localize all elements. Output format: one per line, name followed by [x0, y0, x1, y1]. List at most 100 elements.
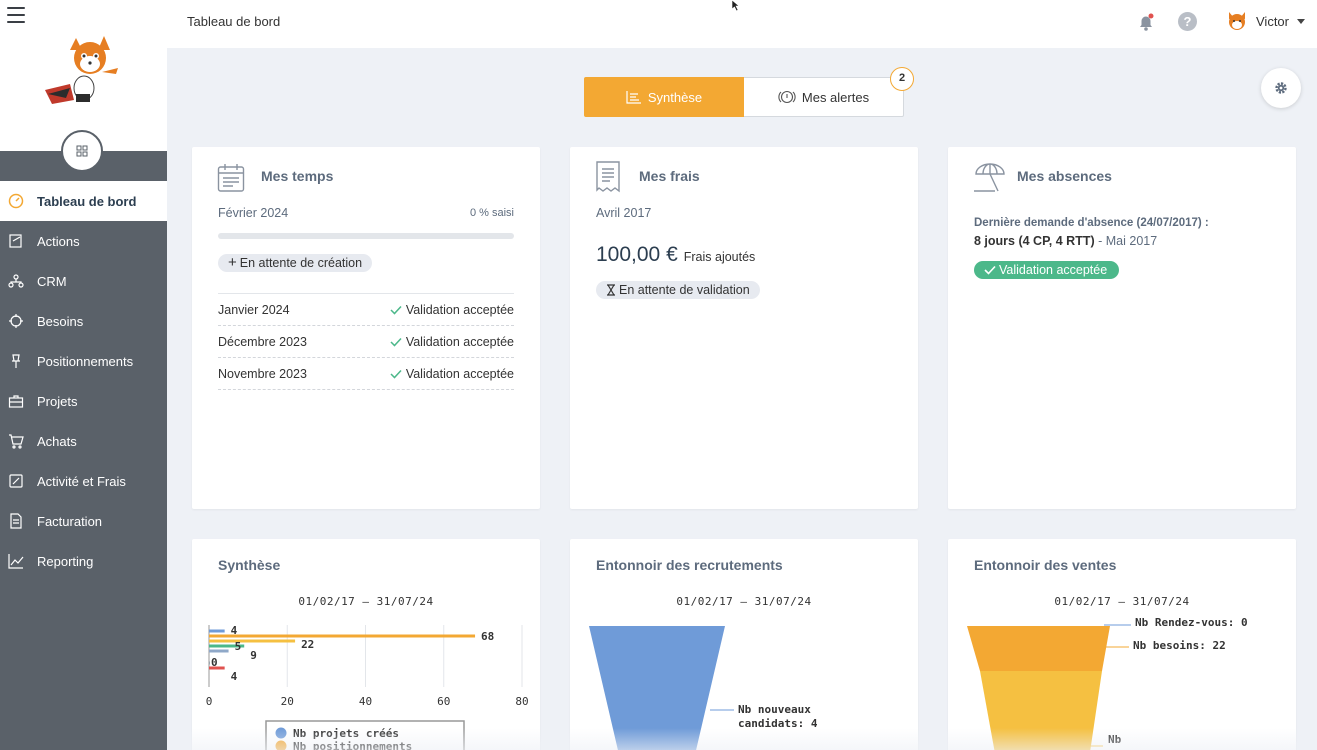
bar — [209, 666, 225, 670]
card-title: Mes temps — [261, 168, 334, 184]
period-label: Avril 2017 — [596, 206, 652, 220]
sidebar-item-tableau-de-bord[interactable]: Tableau de bord — [0, 181, 167, 221]
sidebar-item-projets[interactable]: Projets — [0, 381, 167, 421]
bar — [209, 661, 210, 665]
avatar — [1229, 12, 1245, 30]
dashboard-icon — [7, 192, 25, 210]
gear-icon — [1275, 82, 1287, 94]
briefcase-icon — [7, 392, 25, 410]
x-tick-label: 40 — [359, 695, 372, 708]
funnel-stage-candidats — [589, 626, 725, 750]
create-timesheet-button[interactable]: + En attente de création — [218, 254, 373, 272]
card-recruitment-funnel: Entonnoir des recrutements 01/02/17 – 31… — [570, 539, 918, 750]
sidebar-item-achats[interactable]: Achats — [0, 421, 167, 461]
alert-icon — [778, 90, 796, 104]
legend-label: Nb positionnements — [293, 740, 412, 750]
card-title: Entonnoir des ventes — [974, 557, 1117, 573]
card-title: Entonnoir des recrutements — [596, 557, 783, 573]
chevron-down-icon — [1297, 18, 1305, 24]
check-icon — [390, 369, 402, 379]
card-mes-absences: Mes absences Dernière demande d'absence … — [948, 147, 1296, 509]
page-title: Tableau de bord — [187, 14, 281, 29]
recruitment-funnel-chart: Nb nouveaux candidats: 4 — [589, 626, 818, 750]
cart-icon — [7, 432, 25, 450]
alerts-count-badge: 2 — [890, 67, 914, 91]
sidebar-item-label: CRM — [37, 273, 67, 289]
status-label: Validation acceptée — [405, 334, 514, 349]
user-menu[interactable]: Victor — [1226, 10, 1305, 32]
tab-label: Synthèse — [647, 89, 703, 105]
bar — [209, 629, 225, 633]
notifications-button[interactable] — [1136, 12, 1156, 37]
x-tick-label: 0 — [206, 695, 213, 708]
check-icon — [390, 337, 402, 347]
sidebar-item-reporting[interactable]: Reporting — [0, 541, 167, 581]
chart-icon — [7, 552, 25, 570]
card-sales-funnel: Entonnoir des ventes 01/02/17 – 31/07/24… — [948, 539, 1296, 750]
plus-icon: + — [228, 254, 237, 271]
sidebar: Tableau de bord Actions CRM Besoins Posi… — [0, 0, 167, 750]
sidebar-item-label: Projets — [37, 393, 78, 409]
amount-line: 100,00 € Frais ajoutés — [596, 243, 755, 267]
sidebar-item-positionnements[interactable]: Positionnements — [0, 341, 167, 381]
menu-icon[interactable] — [7, 7, 25, 23]
help-button[interactable]: ? — [1178, 12, 1197, 31]
amount-value: 100,00 € — [596, 243, 678, 266]
calendar-icon — [217, 164, 245, 192]
card-title: Synthèse — [218, 557, 281, 573]
sidebar-item-label: Positionnements — [37, 353, 134, 369]
funnel-stage-besoins — [967, 626, 1110, 671]
x-tick-label: 20 — [281, 695, 294, 708]
sidebar-item-label: Besoins — [37, 313, 84, 329]
tab-synthese[interactable]: Synthèse — [584, 77, 744, 117]
card-mes-temps: Mes temps Février 2024 0 % saisi + En att… — [192, 147, 540, 509]
sidebar-header — [0, 0, 167, 151]
sidebar-item-facturation[interactable]: Facturation — [0, 501, 167, 541]
settings-button[interactable] — [1261, 68, 1301, 108]
funnel-label: Nb — [1108, 733, 1122, 746]
check-icon — [984, 265, 996, 275]
month-label: Novembre 2023 — [218, 366, 307, 381]
sidebar-item-crm[interactable]: CRM — [0, 261, 167, 301]
invoice-icon — [7, 512, 25, 530]
pin-icon — [7, 352, 25, 370]
data-label: 4 — [231, 670, 238, 683]
sidebar-item-besoins[interactable]: Besoins — [0, 301, 167, 341]
period-label: Février 2024 — [218, 206, 289, 220]
tab-mes-alertes[interactable]: Mes alertes 2 — [744, 67, 914, 117]
data-label: 68 — [481, 630, 494, 643]
funnel-stage-next — [980, 671, 1102, 750]
sidebar-item-activite-et-frais[interactable]: Activité et Frais — [0, 461, 167, 501]
x-tick-label: 80 — [515, 695, 528, 708]
status-badge: Validation acceptée — [974, 261, 1120, 280]
view-tabs: Synthèse Mes alertes 2 — [584, 67, 914, 117]
beach-umbrella-icon — [974, 163, 1005, 192]
crm-icon — [7, 272, 25, 290]
card-mes-frais: Mes frais Avril 2017 100,00 € Frais ajou… — [570, 147, 918, 509]
card-title: Mes absences — [1017, 168, 1112, 184]
bar — [209, 639, 296, 643]
bar — [209, 634, 476, 638]
list-item[interactable]: Novembre 2023 Validation acceptée — [218, 358, 514, 390]
amount-label: Frais ajoutés — [683, 250, 756, 264]
chart-date-range: 01/02/17 – 31/07/24 — [676, 595, 812, 608]
grid-icon — [76, 145, 88, 157]
fox-mascot-logo — [45, 36, 118, 104]
list-item[interactable]: Décembre 2023 Validation acceptée — [218, 326, 514, 358]
sidebar-item-actions[interactable]: Actions — [0, 221, 167, 261]
list-item[interactable]: Janvier 2024 Validation acceptée — [218, 294, 514, 326]
month-label: Décembre 2023 — [218, 334, 307, 349]
synthese-bar-chart: 0 20 40 60 804 68229504Nb projets créésNb pos… — [206, 624, 529, 750]
funnel-label: Nb besoins: 22 — [1133, 639, 1226, 652]
apps-grid-button[interactable] — [61, 130, 103, 172]
x-tick-label: 60 — [437, 695, 450, 708]
absence-days: 8 jours (4 CP, 4 RTT) — [974, 234, 1095, 248]
status-pill-label: En attente de création — [239, 256, 363, 270]
mouse-cursor-icon — [731, 0, 740, 12]
sidebar-item-label: Facturation — [37, 513, 103, 529]
bell-icon — [1140, 13, 1154, 31]
actions-icon — [7, 232, 25, 250]
absence-detail: 8 jours (4 CP, 4 RTT) - Mai 2017 — [974, 234, 1157, 248]
sidebar-item-label: Tableau de bord — [37, 193, 137, 209]
absence-period: - Mai 2017 — [1094, 234, 1158, 248]
